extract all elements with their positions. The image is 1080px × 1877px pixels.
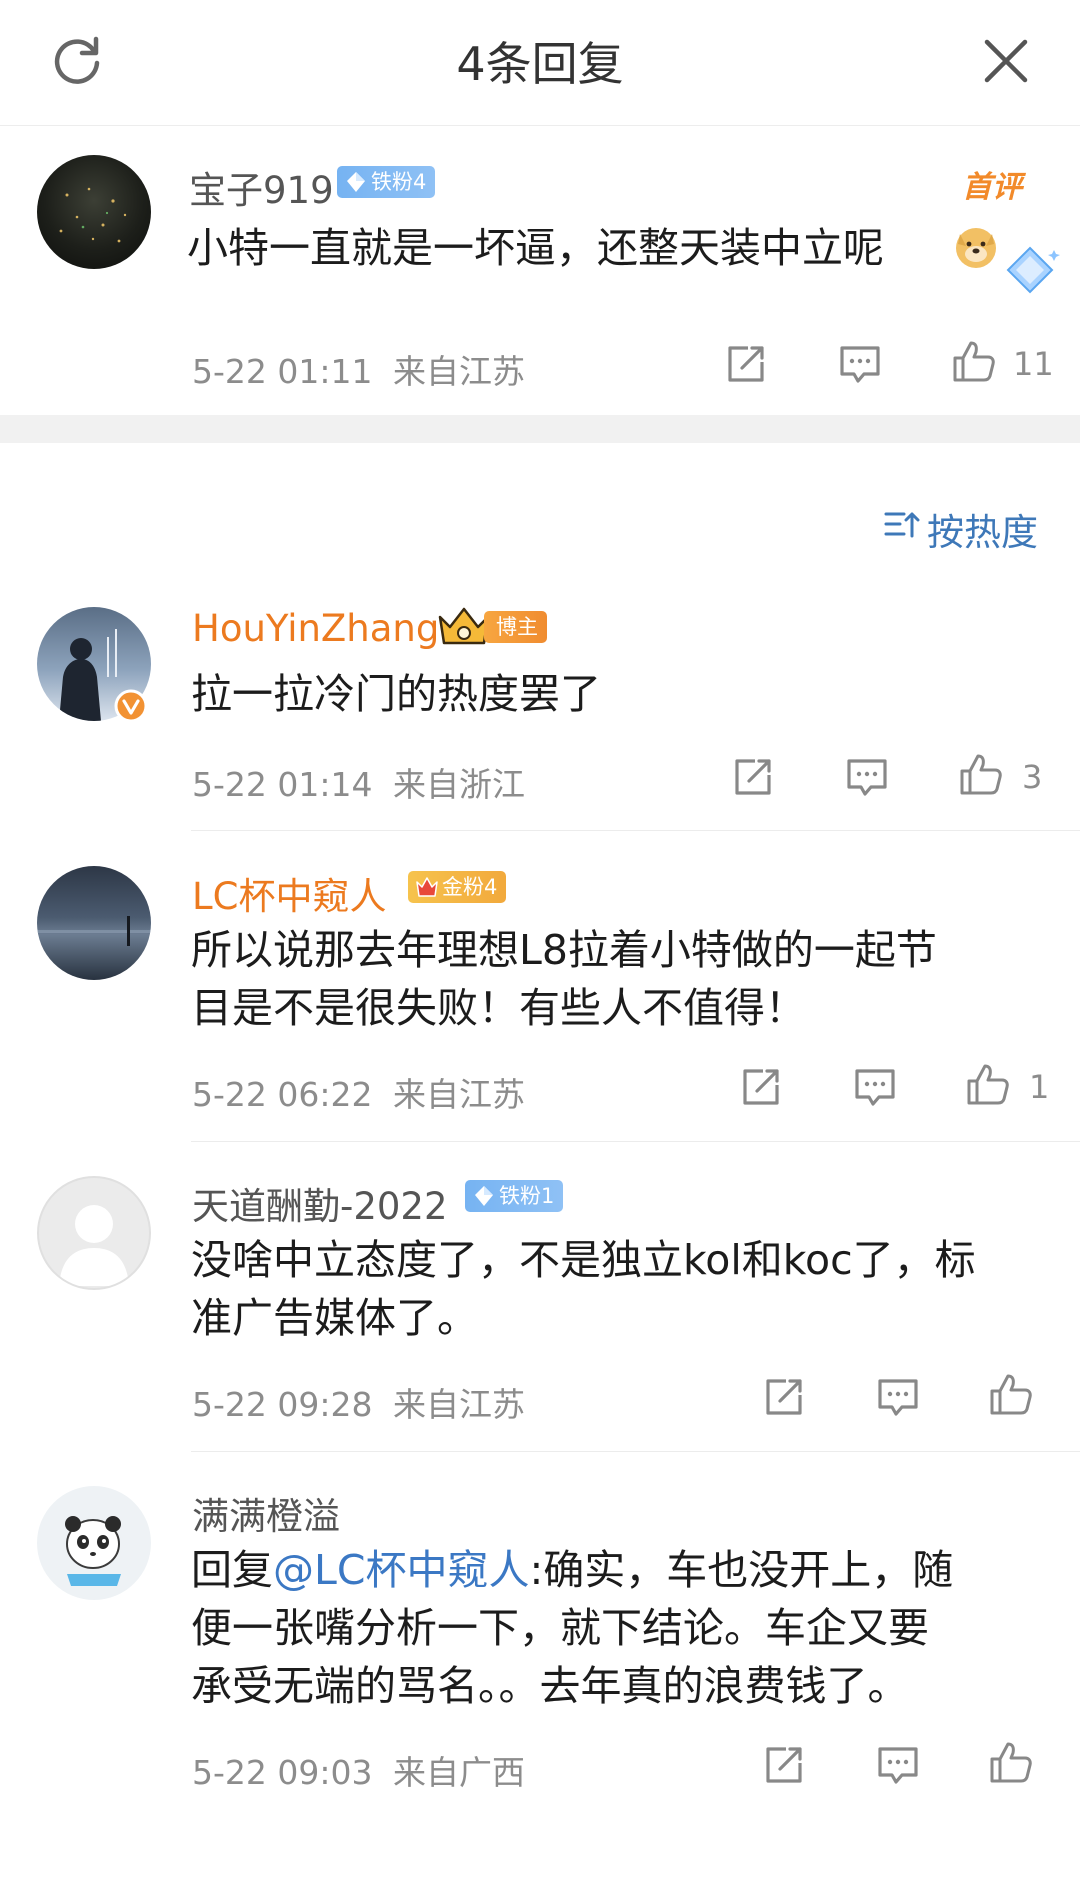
comment-text-line-2: 准广告媒体了。 xyxy=(191,1294,478,1342)
share-icon[interactable] xyxy=(760,1741,808,1789)
like-count: 3 xyxy=(1022,758,1043,796)
like-icon[interactable] xyxy=(956,751,1004,799)
comment-text-line-1: 回复@LC杯中窥人:确实，车也没开上，随 xyxy=(191,1541,953,1599)
avatar[interactable] xyxy=(37,1486,151,1600)
fan-badge[interactable]: 铁粉1 xyxy=(465,1180,564,1212)
comment-text: 拉一拉冷门的热度罢了 xyxy=(191,670,601,718)
comment-text-line-2: 目是不是很失败！有些人不值得！ xyxy=(191,984,806,1032)
reply-prefix: 回复 xyxy=(191,1546,273,1594)
badge-label: 铁粉1 xyxy=(499,1184,555,1208)
share-icon[interactable] xyxy=(737,1063,785,1111)
comment-meta: 5-22 01:14 来自浙江 xyxy=(192,758,525,806)
comment-text-line-1: 没啥中立态度了，不是独立kol和koc了，标 xyxy=(191,1236,976,1284)
doge-emoji-icon xyxy=(956,228,996,268)
like-icon[interactable] xyxy=(963,1061,1011,1109)
like-icon[interactable] xyxy=(986,1371,1034,1419)
share-icon[interactable] xyxy=(760,1373,808,1421)
like-count: 11 xyxy=(1013,345,1054,383)
share-icon[interactable] xyxy=(722,340,770,388)
comment-text-line-1: 所以说那去年理想L8拉着小特做的一起节 xyxy=(191,926,937,974)
gold-fan-badge[interactable]: 金粉4 xyxy=(408,871,507,903)
row-divider xyxy=(191,1141,1080,1142)
share-icon[interactable] xyxy=(729,753,777,801)
blogger-badge: 博主 xyxy=(484,611,547,643)
row-divider xyxy=(191,1451,1080,1452)
comment-meta: 5-22 09:28 来自江苏 xyxy=(192,1378,525,1426)
badge-label: 铁粉4 xyxy=(371,170,427,194)
verified-icon xyxy=(114,689,148,723)
close-icon[interactable] xyxy=(981,36,1031,86)
comment-meta: 5-22 06:22 来自江苏 xyxy=(192,1068,525,1116)
reply-icon[interactable] xyxy=(874,1373,922,1421)
like-count: 1 xyxy=(1029,1068,1050,1106)
crown-icon xyxy=(416,877,438,897)
avatar[interactable] xyxy=(37,866,151,980)
avatar[interactable] xyxy=(37,155,151,269)
sort-icon xyxy=(884,512,920,538)
fan-badge[interactable]: 铁粉4 xyxy=(337,166,436,198)
mention-link[interactable]: @LC杯中窥人 xyxy=(273,1546,529,1594)
badge-label: 金粉4 xyxy=(442,875,498,899)
page-title: 4条回复 xyxy=(456,37,624,91)
row-divider xyxy=(191,830,1080,831)
comment-location: 来自江苏 xyxy=(393,1075,525,1114)
reply-text-start: :确实，车也没开上，随 xyxy=(529,1546,954,1594)
reply-icon[interactable] xyxy=(836,340,884,388)
comment-location: 来自江苏 xyxy=(393,352,525,391)
diamond-icon xyxy=(347,172,365,192)
comment-meta: 5-22 01:11 来自江苏 xyxy=(192,345,525,393)
comment-time: 5-22 06:22 xyxy=(192,1075,373,1114)
section-divider xyxy=(0,415,1080,443)
comment-text-line-3: 承受无端的骂名。。去年真的浪费钱了。 xyxy=(191,1662,909,1710)
comment-location: 来自广西 xyxy=(393,1753,525,1792)
author-name[interactable]: 宝子919 xyxy=(189,160,334,214)
comment-time: 5-22 01:11 xyxy=(192,352,373,391)
comment-replies-page: 4条回复 宝子919 铁粉4 首评 小特一直就是一坏逼，还整天装中立呢 5-22… xyxy=(0,0,1080,1877)
first-comment-tag: 首评 xyxy=(962,170,1022,205)
reply-icon[interactable] xyxy=(843,753,891,801)
header-bar: 4条回复 xyxy=(0,0,1080,126)
avatar[interactable] xyxy=(37,1176,151,1290)
author-name[interactable]: HouYinZhang xyxy=(192,607,439,650)
comment-time: 5-22 09:28 xyxy=(192,1385,373,1424)
comment-text-line-2: 便一张嘴分析一下，就下结论。车企又要 xyxy=(191,1604,929,1652)
comment-location: 来自江苏 xyxy=(393,1385,525,1424)
reply-icon[interactable] xyxy=(874,1741,922,1789)
author-name[interactable]: LC杯中窥人 xyxy=(192,866,386,920)
diamond-decoration-icon xyxy=(1006,246,1060,294)
sort-label: 按热度 xyxy=(927,511,1038,554)
like-icon[interactable] xyxy=(986,1739,1034,1787)
diamond-icon xyxy=(475,1186,493,1206)
author-name[interactable]: 天道酬勤-2022 xyxy=(192,1176,448,1230)
comment-text: 小特一直就是一坏逼，还整天装中立呢 xyxy=(187,224,884,272)
comment-time: 5-22 09:03 xyxy=(192,1753,373,1792)
author-name[interactable]: 满满橙溢 xyxy=(192,1486,340,1540)
comment-time: 5-22 01:14 xyxy=(192,765,373,804)
comment-meta: 5-22 09:03 来自广西 xyxy=(192,1746,525,1794)
like-icon[interactable] xyxy=(949,338,997,386)
comment-location: 来自浙江 xyxy=(393,765,525,804)
reply-icon[interactable] xyxy=(851,1063,899,1111)
